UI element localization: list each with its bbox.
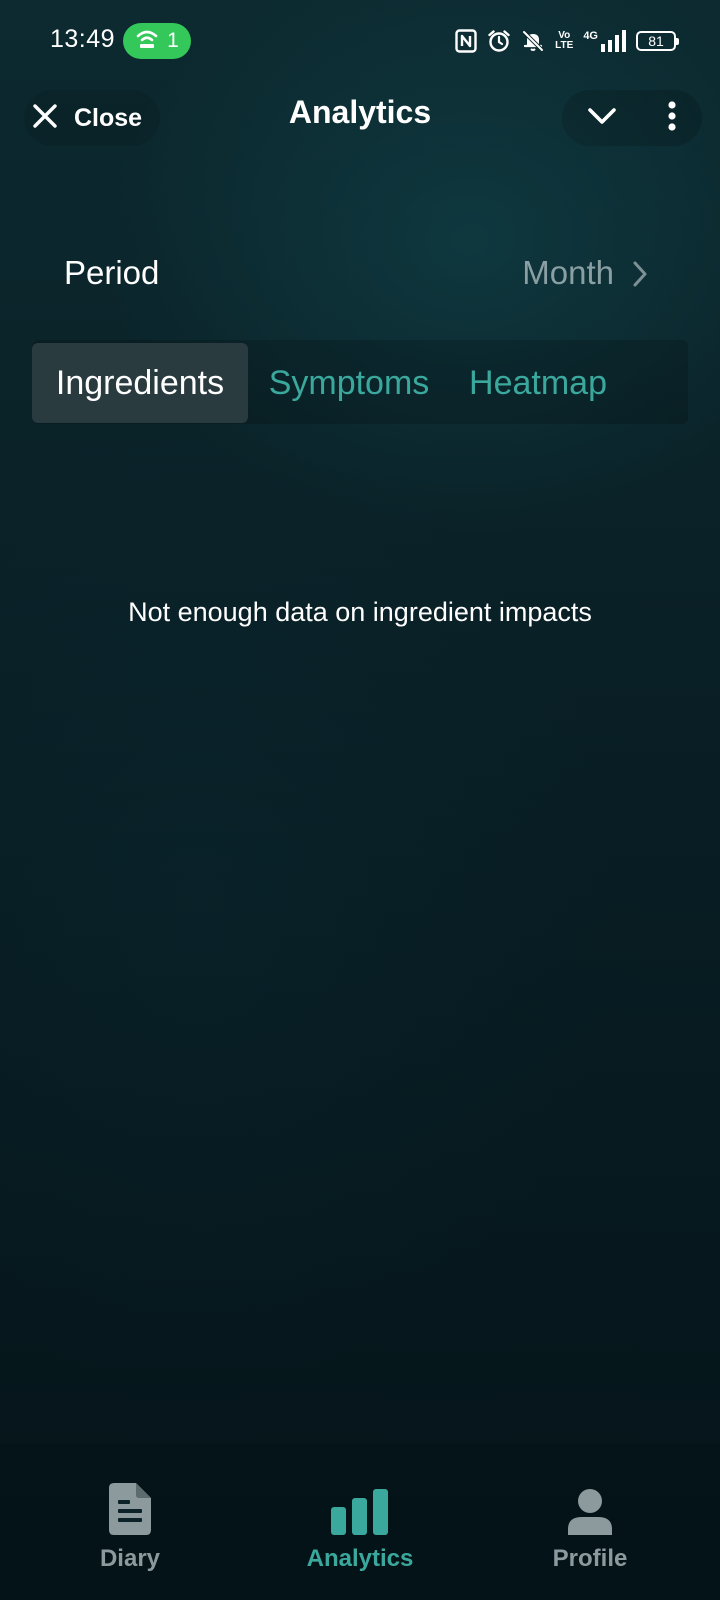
volte-bottom-text: LTE	[555, 40, 574, 51]
nav-item-diary[interactable]: Diary	[30, 1479, 230, 1589]
status-time: 13:49	[50, 25, 116, 53]
nav-item-analytics[interactable]: Analytics	[260, 1479, 460, 1589]
network-type: 4G	[583, 30, 598, 42]
nfc-icon	[455, 29, 477, 53]
hotspot-icon	[135, 28, 159, 55]
close-icon	[32, 103, 58, 134]
bottom-nav: Diary Analytics Profile	[0, 1444, 720, 1600]
battery-level: 81	[648, 33, 664, 49]
more-options-button[interactable]	[642, 90, 702, 146]
hotspot-count: 1	[167, 29, 179, 52]
nav-label-profile: Profile	[552, 1545, 628, 1572]
period-value: Month	[522, 254, 614, 291]
collapse-button[interactable]	[562, 90, 642, 146]
tab-heatmap[interactable]: Heatmap	[458, 343, 618, 423]
bell-muted-icon	[521, 29, 545, 53]
close-button[interactable]: Close	[24, 90, 160, 146]
analytics-tabs: Ingredients Symptoms Heatmap	[32, 340, 688, 424]
tab-ingredients[interactable]: Ingredients	[32, 343, 248, 423]
period-label: Period	[64, 254, 160, 291]
bar-chart-icon	[331, 1479, 389, 1535]
nav-item-profile[interactable]: Profile	[490, 1479, 690, 1589]
tab-symptoms[interactable]: Symptoms	[258, 343, 440, 423]
volte-icon: Vo LTE	[555, 31, 573, 51]
period-selector[interactable]: Period Month	[32, 236, 688, 312]
hotspot-indicator[interactable]: 1	[123, 23, 191, 59]
document-icon	[109, 1479, 151, 1535]
nav-label-analytics: Analytics	[306, 1545, 414, 1572]
chevron-right-icon	[632, 260, 648, 293]
status-bar: 13:49 1 Vo LTE 4G 81	[0, 0, 720, 82]
signal-icon: 4G	[583, 30, 626, 52]
nav-label-diary: Diary	[99, 1545, 161, 1572]
alarm-icon	[487, 29, 511, 53]
close-label: Close	[74, 103, 143, 132]
top-actions	[562, 90, 702, 146]
chevron-down-icon	[587, 106, 617, 131]
empty-state-message: Not enough data on ingredient impacts	[128, 597, 592, 627]
battery-icon: 81	[636, 31, 679, 51]
more-vertical-icon	[667, 100, 677, 136]
person-icon	[568, 1479, 612, 1535]
status-icons: Vo LTE 4G 81	[455, 26, 679, 56]
